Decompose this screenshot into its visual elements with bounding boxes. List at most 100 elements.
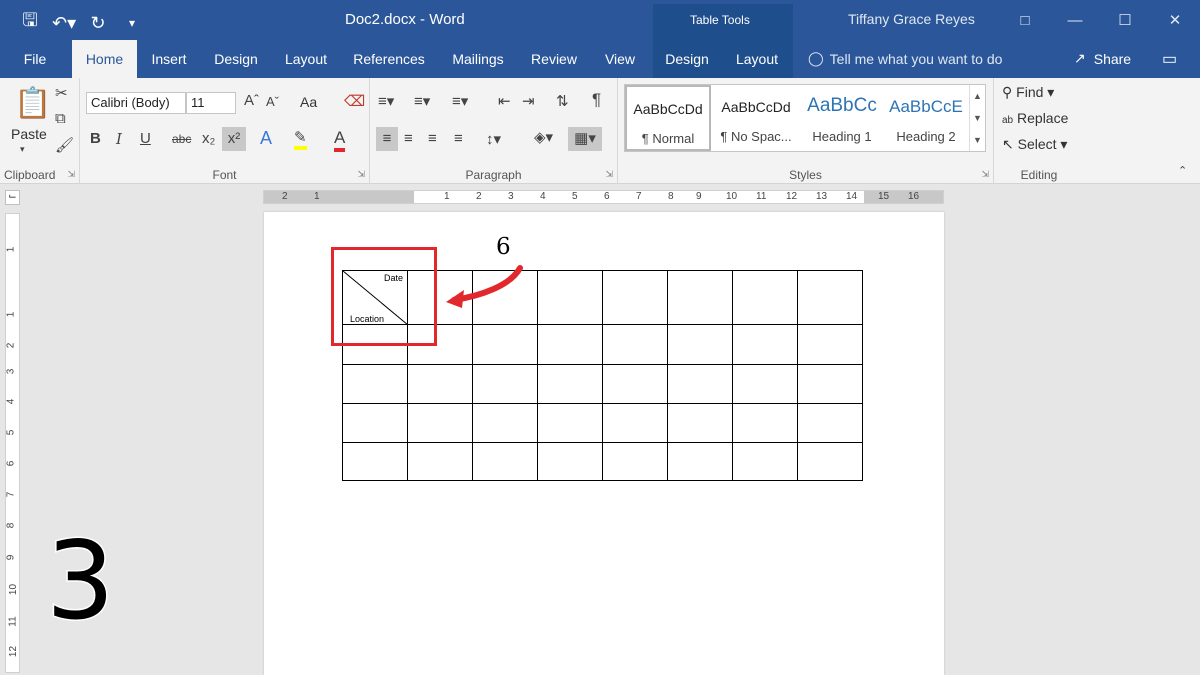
paste-dropdown-icon[interactable]: ▾ xyxy=(20,144,25,155)
table-cell[interactable] xyxy=(797,364,863,404)
table-cell[interactable] xyxy=(732,324,798,365)
table-cell[interactable] xyxy=(667,270,733,325)
share-button[interactable]: ↗ Share xyxy=(1074,50,1131,67)
more-styles-icon[interactable]: ▼ xyxy=(970,129,985,151)
tab-insert[interactable]: Insert xyxy=(141,40,197,78)
table-cell[interactable] xyxy=(537,324,603,365)
table-cell[interactable] xyxy=(667,364,733,404)
shading-icon[interactable]: ◈▾ xyxy=(534,128,553,146)
change-case-button[interactable]: Aa xyxy=(300,94,317,110)
tab-file[interactable]: File xyxy=(12,40,58,78)
underline-icon[interactable]: U xyxy=(140,130,151,147)
grow-font-icon[interactable]: Aˆ xyxy=(244,92,259,109)
clear-formatting-icon[interactable]: ⌫ xyxy=(344,92,365,110)
chevron-down-icon[interactable]: ▼ xyxy=(970,107,985,129)
cut-icon[interactable]: ✂ xyxy=(55,84,68,102)
tab-layout[interactable]: Layout xyxy=(276,40,336,78)
table-cell[interactable] xyxy=(472,324,538,365)
tab-view[interactable]: View xyxy=(594,40,646,78)
font-size-box[interactable]: 11 xyxy=(186,92,236,114)
table-cell[interactable] xyxy=(602,270,668,325)
text-effects-icon[interactable]: A xyxy=(260,128,272,149)
redo-icon[interactable]: ↻ xyxy=(86,13,110,34)
style-no-spacing[interactable]: AaBbCcDd ¶ No Spac... xyxy=(713,85,799,151)
table-cell[interactable] xyxy=(732,270,798,325)
table-cell[interactable] xyxy=(797,324,863,365)
paste-button[interactable]: Paste xyxy=(11,126,47,142)
justify-icon[interactable]: ≡ xyxy=(454,130,463,147)
tab-table-layout[interactable]: Layout xyxy=(721,40,793,78)
subscript-icon[interactable]: x₂ xyxy=(202,130,215,147)
align-center-icon[interactable]: ≡ xyxy=(404,130,413,147)
align-left-icon[interactable]: ≡ xyxy=(376,127,398,151)
ribbon-display-icon[interactable]: □ xyxy=(1000,0,1050,40)
paste-icon[interactable]: 📋 xyxy=(14,86,51,121)
tab-review[interactable]: Review xyxy=(523,40,585,78)
undo-icon[interactable]: ↶▾ xyxy=(52,13,76,34)
bold-icon[interactable]: B xyxy=(90,130,101,147)
tab-table-design[interactable]: Design xyxy=(653,40,721,78)
paragraph-launcher-icon[interactable]: ⇲ xyxy=(605,169,613,180)
table-cell[interactable] xyxy=(407,364,473,404)
table-cell[interactable] xyxy=(732,403,798,443)
tell-me-box[interactable]: ◯ Tell me what you want to do xyxy=(808,50,1002,67)
numbering-icon[interactable]: ≡▾ xyxy=(414,92,430,110)
table-cell[interactable] xyxy=(472,364,538,404)
user-name[interactable]: Tiffany Grace Reyes xyxy=(848,11,975,27)
tab-references[interactable]: References xyxy=(346,40,432,78)
find-button[interactable]: ⚲ Find ▾ xyxy=(1002,84,1054,101)
copy-icon[interactable]: ⧉ xyxy=(55,110,66,127)
styles-launcher-icon[interactable]: ⇲ xyxy=(981,169,989,180)
table-cell[interactable] xyxy=(537,270,603,325)
table-cell[interactable] xyxy=(667,403,733,443)
table-cell[interactable] xyxy=(407,403,473,443)
clipboard-launcher-icon[interactable]: ⇲ xyxy=(67,169,75,180)
table-cell[interactable] xyxy=(472,403,538,443)
collapse-ribbon-icon[interactable]: ⌃ xyxy=(1178,164,1187,177)
highlight-icon[interactable]: ✎ xyxy=(294,128,307,150)
table-cell[interactable] xyxy=(667,442,733,481)
sort-icon[interactable]: ⇅ xyxy=(556,92,569,110)
table-cell[interactable] xyxy=(342,442,408,481)
font-launcher-icon[interactable]: ⇲ xyxy=(357,169,365,180)
font-color-icon[interactable]: A xyxy=(334,128,346,152)
show-formatting-icon[interactable]: ¶ xyxy=(592,90,601,110)
format-painter-icon[interactable]: 🖌 xyxy=(55,136,74,154)
style-normal[interactable]: AaBbCcDd ¶ Normal xyxy=(625,85,711,151)
decrease-indent-icon[interactable]: ⇤ xyxy=(498,92,511,110)
select-button[interactable]: ↖ Select ▾ xyxy=(1002,136,1067,153)
bullets-icon[interactable]: ≡▾ xyxy=(378,92,394,110)
table-cell[interactable] xyxy=(602,442,668,481)
table-cell[interactable] xyxy=(537,403,603,443)
multilevel-list-icon[interactable]: ≡▾ xyxy=(452,92,468,110)
comments-icon[interactable]: ▭ xyxy=(1162,49,1177,69)
table-cell[interactable] xyxy=(537,442,603,481)
customize-qat-icon[interactable]: ▾ xyxy=(120,16,144,30)
replace-button[interactable]: ab Replace xyxy=(1002,110,1068,126)
shrink-font-icon[interactable]: Aˇ xyxy=(266,94,279,109)
strikethrough-icon[interactable]: abc xyxy=(172,132,191,146)
style-heading-2[interactable]: AaBbCcE Heading 2 xyxy=(883,85,969,151)
table-cell[interactable] xyxy=(732,364,798,404)
table-cell[interactable] xyxy=(342,364,408,404)
table-cell[interactable] xyxy=(342,403,408,443)
tab-design[interactable]: Design xyxy=(205,40,267,78)
italic-icon[interactable]: I xyxy=(116,130,122,148)
table-cell[interactable] xyxy=(797,270,863,325)
chevron-up-icon[interactable]: ▲ xyxy=(970,85,985,107)
horizontal-ruler[interactable]: 2 1 1 2 3 4 5 6 7 8 9 10 11 12 13 14 15 … xyxy=(263,190,944,204)
table-cell[interactable] xyxy=(407,442,473,481)
close-icon[interactable]: ✕ xyxy=(1150,0,1200,40)
table-cell[interactable] xyxy=(797,403,863,443)
table-cell[interactable] xyxy=(797,442,863,481)
minimize-icon[interactable]: — xyxy=(1050,0,1100,40)
table-cell[interactable] xyxy=(667,324,733,365)
tab-selector-icon[interactable]: ⌙ xyxy=(5,190,20,205)
table-cell[interactable] xyxy=(602,324,668,365)
borders-icon[interactable]: ▦▾ xyxy=(568,127,602,151)
table-cell[interactable] xyxy=(472,442,538,481)
table-cell[interactable] xyxy=(732,442,798,481)
table-cell[interactable] xyxy=(602,403,668,443)
save-icon[interactable]: 🖫 xyxy=(18,8,42,38)
table-cell[interactable] xyxy=(537,364,603,404)
